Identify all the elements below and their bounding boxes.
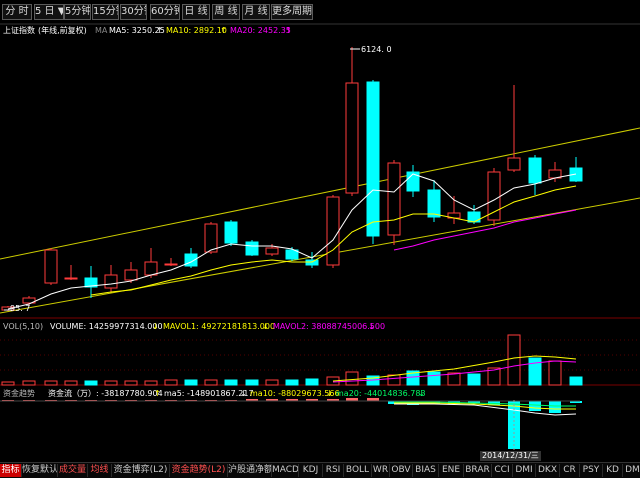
vol-bar-2 bbox=[44, 380, 58, 386]
vol-bar-27 bbox=[548, 360, 562, 386]
vol-bar-11 bbox=[224, 379, 238, 386]
vol-bar-17 bbox=[345, 371, 359, 386]
candle-body-7 bbox=[144, 261, 158, 276]
vol-bar-4 bbox=[84, 380, 98, 386]
vol-indicator-name[interactable]: VOL(5,10) bbox=[3, 322, 43, 332]
vol-bar-9 bbox=[184, 379, 198, 386]
adjust-mode: (年线,前复权) bbox=[38, 26, 87, 35]
ma20-label: MA20: 2452.35 bbox=[230, 26, 291, 35]
candle-body-20 bbox=[406, 171, 420, 192]
low-price-label: 95. 7 bbox=[10, 304, 31, 313]
fund-bar-26 bbox=[529, 401, 541, 411]
indicator-tab-1[interactable]: 恢复默认 bbox=[22, 464, 58, 477]
indicator-tab-21[interactable]: KD bbox=[603, 464, 623, 477]
indicator-tab-18[interactable]: DKX bbox=[536, 464, 560, 477]
volume-value: VOLUME: 14259977314.000 bbox=[50, 322, 163, 331]
candle-body-21 bbox=[427, 189, 441, 218]
vol-bar-25 bbox=[507, 334, 521, 386]
vol-bar-19 bbox=[387, 374, 401, 386]
vol-bar-0 bbox=[1, 381, 15, 386]
candle-body-8 bbox=[164, 263, 178, 266]
candle-body-12 bbox=[245, 241, 259, 256]
high-price-label: 6124. 0 bbox=[361, 45, 392, 54]
candle-body-6 bbox=[124, 269, 138, 281]
candle-body-11 bbox=[224, 221, 238, 244]
indicator-tab-13[interactable]: BIAS bbox=[413, 464, 439, 477]
mavol1-value: MAVOL1: 49272181813.000 bbox=[163, 322, 276, 331]
indicator-tab-3[interactable]: 均线 bbox=[88, 464, 112, 477]
vol-bar-6 bbox=[124, 380, 138, 386]
ma-tag: MA bbox=[95, 26, 108, 35]
vol-bar-21 bbox=[427, 371, 441, 386]
indicator-tab-5[interactable]: 资金趋势(L2) bbox=[170, 464, 228, 477]
vol-bar-28 bbox=[569, 376, 583, 386]
candle-body-23 bbox=[467, 211, 481, 223]
candle-body-2 bbox=[44, 249, 58, 284]
candle-body-10 bbox=[204, 223, 218, 253]
indicator-tab-14[interactable]: ENE bbox=[439, 464, 464, 477]
fund-ma20-value: ma20: -44014836.783 bbox=[336, 389, 426, 398]
indicator-tab-bar: 指标 恢复默认 成交量 均线 资金博弈(L2) 资金趋势(L2) 沪股通净额 MACD KDJ R… bbox=[0, 462, 640, 478]
vol-bar-26 bbox=[528, 357, 542, 386]
indicator-tab-17[interactable]: DMI bbox=[513, 464, 536, 477]
candle-body-24 bbox=[487, 171, 501, 221]
indicator-tab-10[interactable]: BOLL bbox=[344, 464, 372, 477]
vol-bar-13 bbox=[265, 379, 279, 386]
vol-bar-8 bbox=[164, 379, 178, 386]
candle-body-26 bbox=[528, 157, 542, 184]
candle-body-18 bbox=[366, 81, 380, 237]
indicator-tab-22[interactable]: DMA bbox=[623, 464, 640, 477]
ma5-arrow: ↑ bbox=[156, 26, 163, 35]
indicator-tab-9[interactable]: RSI bbox=[323, 464, 344, 477]
mavol1-arrow: ↓ bbox=[152, 322, 159, 331]
indicator-tab-15[interactable]: BRAR bbox=[464, 464, 492, 477]
indicator-tab-4[interactable]: 资金博弈(L2) bbox=[112, 464, 170, 477]
fund-flow-value: 资金流（万）: -38187780.904 bbox=[48, 389, 163, 398]
vol-bar-3 bbox=[64, 380, 78, 386]
indicator-tab-7[interactable]: MACD bbox=[272, 464, 299, 477]
vol-bar-10 bbox=[204, 379, 218, 386]
channel-lower-line bbox=[0, 197, 640, 314]
candle-body-16 bbox=[326, 196, 340, 266]
ma10-arrow: ↑ bbox=[220, 26, 227, 35]
candle-body-19 bbox=[387, 162, 401, 236]
fund-indicator-name[interactable]: 资金趋势 bbox=[3, 389, 35, 399]
fund-ma20-arrow: ↓ bbox=[418, 389, 425, 398]
indicator-tab-2[interactable]: 成交量 bbox=[58, 464, 88, 477]
fund-ma5-arrow: ↑ bbox=[154, 389, 161, 398]
vol-bar-23 bbox=[467, 373, 481, 386]
indicator-tab-19[interactable]: CR bbox=[560, 464, 580, 477]
ma20-arrow: ↑ bbox=[285, 26, 292, 35]
indicator-tab-20[interactable]: PSY bbox=[580, 464, 603, 477]
fund-ma5-arrow-2: ↓ bbox=[240, 389, 247, 398]
mavol2-arrow: ↓ bbox=[368, 322, 375, 331]
vol-bar-15 bbox=[305, 378, 319, 386]
candle-body-13 bbox=[265, 247, 279, 255]
indicator-tab-12[interactable]: OBV bbox=[390, 464, 413, 477]
candle-body-17 bbox=[345, 82, 359, 194]
candle-body-25 bbox=[507, 157, 521, 171]
candle-body-3 bbox=[64, 277, 78, 280]
indicator-tab-6[interactable]: 沪股通净额 bbox=[228, 464, 272, 477]
vol-bar-5 bbox=[104, 380, 118, 386]
vol-bar-14 bbox=[285, 379, 299, 386]
vol-bar-1 bbox=[22, 380, 36, 386]
vol-bar-12 bbox=[245, 379, 259, 386]
crosshair-date-label: 2014/12/31/三 bbox=[480, 451, 541, 461]
indicator-tab-0[interactable]: 指标 bbox=[0, 464, 22, 477]
ma10-label: MA10: 2892.10 bbox=[166, 26, 227, 35]
index-name: 上证指数 bbox=[3, 26, 35, 35]
vol-bar-7 bbox=[144, 380, 158, 386]
fund-bar-27 bbox=[549, 401, 561, 413]
fund-ma10-arrow: ↓ bbox=[326, 389, 333, 398]
candle-body-5 bbox=[104, 274, 118, 289]
mavol1-arrow-2: ↓ bbox=[262, 322, 269, 331]
indicator-tab-16[interactable]: CCI bbox=[492, 464, 513, 477]
indicator-tab-8[interactable]: KDJ bbox=[299, 464, 323, 477]
indicator-tab-11[interactable]: WR bbox=[372, 464, 390, 477]
